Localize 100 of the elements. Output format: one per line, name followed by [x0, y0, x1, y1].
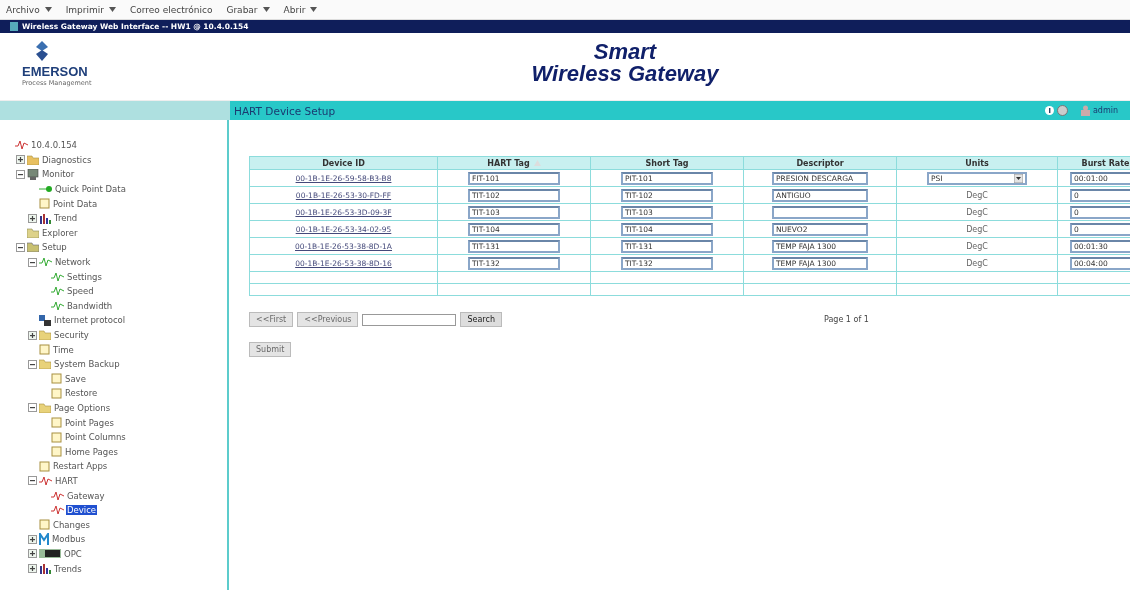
collapse-icon[interactable] [28, 257, 37, 267]
caret-icon [310, 7, 318, 12]
user-icon [1080, 105, 1090, 116]
letter-m-icon [39, 533, 49, 546]
caret-icon [262, 7, 270, 12]
tree-item[interactable]: Security [53, 330, 90, 340]
tree-item[interactable]: Time [52, 344, 75, 355]
tree-item[interactable]: Trends [53, 563, 83, 574]
page-icon [10, 22, 18, 31]
column-header[interactable]: Short Tag [590, 156, 744, 170]
menu-item[interactable]: Imprimir [65, 4, 116, 15]
column-header[interactable]: Burst Rate [1057, 156, 1130, 170]
page-title: HART Device Setup [234, 104, 336, 117]
tree-item[interactable]: Device [66, 505, 98, 516]
tree-item[interactable]: HART [54, 475, 79, 486]
waveform-icon [51, 286, 64, 297]
units-text: DegC [966, 190, 988, 200]
page-icon [39, 460, 50, 472]
units-text: DegC [966, 258, 988, 268]
descriptor-field[interactable] [772, 205, 868, 219]
expand-icon[interactable] [28, 534, 37, 544]
tree-item[interactable]: Monitor [41, 169, 76, 180]
column-header[interactable]: Device ID [249, 156, 438, 170]
tree-item[interactable]: Speed [66, 286, 95, 297]
menu-item[interactable]: Correo electrónico [129, 4, 213, 15]
caret-icon [44, 7, 52, 12]
tree-item[interactable]: Bandwidth [66, 300, 114, 311]
folder-icon [39, 330, 51, 340]
waveform-icon [51, 271, 64, 282]
collapse-icon[interactable] [28, 403, 37, 413]
page-icon [51, 373, 62, 385]
page-icon [51, 417, 62, 429]
tree-item[interactable]: Modbus [51, 534, 87, 545]
logo-icon [34, 41, 50, 61]
tree-item[interactable]: Quick Point Data [54, 184, 127, 195]
waveform-icon [39, 257, 52, 268]
units-text: DegC [966, 224, 988, 234]
tree-item[interactable]: Restore [64, 388, 99, 399]
tree-item[interactable]: Network [54, 257, 92, 268]
menu-item[interactable]: Archivo [6, 4, 52, 15]
collapse-icon[interactable] [28, 359, 37, 369]
info-icon[interactable] [1044, 106, 1054, 115]
units-text: DegC [966, 207, 988, 217]
menu-item[interactable]: Abrir [283, 4, 318, 15]
page-icon [51, 387, 62, 399]
column-header[interactable]: Units [896, 156, 1058, 170]
expand-icon[interactable] [16, 155, 25, 165]
waveform-icon [51, 300, 64, 311]
tree-item[interactable]: System Backup [53, 359, 121, 370]
units-text: DegC [966, 241, 988, 251]
page-icon [51, 446, 62, 458]
network-computers-icon [39, 314, 51, 326]
tree-item[interactable]: Save [64, 373, 87, 384]
dropdown-arrow-icon [1014, 173, 1023, 183]
folder-icon [39, 359, 51, 370]
page-icon [39, 519, 50, 531]
search-field[interactable] [362, 313, 457, 326]
status-dot-icon [39, 185, 52, 194]
tree-item[interactable]: Settings [66, 271, 103, 282]
collapse-icon[interactable] [28, 476, 37, 486]
folder-icon [27, 242, 39, 253]
tree-item[interactable]: Point Data [52, 198, 99, 209]
folder-icon [27, 154, 39, 165]
caret-icon [108, 7, 116, 12]
page-icon [39, 344, 50, 356]
expand-icon[interactable] [28, 213, 37, 223]
waveform-icon [39, 475, 52, 486]
tree-item[interactable]: 10.4.0.154 [30, 140, 78, 151]
product-title: Wireless Gateway [531, 63, 719, 85]
collapse-icon[interactable] [16, 170, 25, 179]
tree-item[interactable]: Restart Apps [52, 461, 109, 472]
waveform-icon [15, 140, 28, 151]
column-header[interactable]: Descriptor [743, 156, 897, 170]
logo-name: EMERSON [22, 64, 88, 79]
tree-item[interactable]: Diagnostics [41, 154, 93, 165]
column-header[interactable]: HART Tag [437, 156, 591, 170]
folder-icon [27, 227, 39, 238]
user-link[interactable]: admin [1092, 106, 1118, 115]
tree-item[interactable]: Changes [52, 519, 91, 530]
tree-item[interactable]: Point Pages [64, 417, 115, 428]
page-status: Page 1 of 1 [823, 315, 869, 324]
expand-icon[interactable] [28, 330, 37, 340]
tree-item[interactable]: Page Options [53, 403, 112, 413]
expand-icon[interactable] [28, 564, 37, 573]
tree-item[interactable]: Home Pages [64, 446, 119, 457]
bar-chart-icon [39, 212, 51, 224]
monitor-icon [27, 169, 39, 180]
page-icon [51, 431, 62, 443]
menu-item[interactable]: Grabar [226, 4, 270, 15]
tree-item[interactable]: Setup [41, 242, 68, 253]
collapse-icon[interactable] [16, 242, 25, 252]
tree-item[interactable]: Explorer [41, 227, 79, 238]
bar-chart-icon [39, 563, 51, 574]
tree-item[interactable]: Trend [53, 213, 79, 224]
tree-item[interactable]: Point Columns [64, 432, 127, 443]
tree-item[interactable]: OPC [63, 548, 83, 559]
search-button[interactable]: Search [460, 312, 502, 327]
tree-item[interactable]: Gateway [66, 490, 106, 501]
tree-item[interactable]: Internet protocol [53, 315, 127, 326]
expand-icon[interactable] [28, 549, 37, 559]
